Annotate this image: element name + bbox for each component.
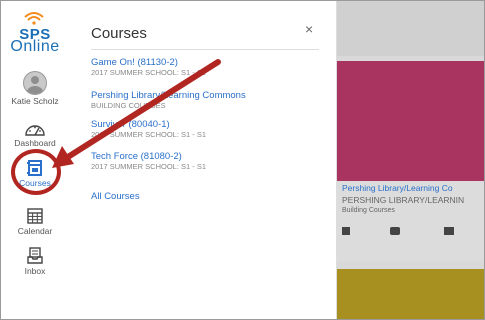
dashboard-header-area	[336, 1, 484, 56]
course-list-item[interactable]: Pershing Library/Learning Commons BUILDI…	[91, 90, 321, 111]
logo-line2: Online	[10, 38, 60, 55]
course-card-term: Building Courses	[342, 207, 395, 214]
course-list-item[interactable]: Survivor (80040-1) 2017 SUMMER SCHOOL: S…	[91, 119, 321, 140]
nav-dashboard-label: Dashboard	[14, 138, 56, 148]
highlight-circle	[11, 149, 61, 195]
global-navigation: SPS Online Katie Scholz Dashboard Course…	[1, 1, 69, 319]
nav-calendar-label: Calendar	[17, 226, 53, 236]
nav-dashboard[interactable]: Dashboard	[1, 121, 69, 148]
course-list-item[interactable]: Tech Force (81080-2) 2017 SUMMER SCHOOL:…	[91, 151, 321, 172]
course-card-info[interactable]: Pershing Library/Learning Co PERSHING LI…	[336, 181, 484, 261]
nav-calendar[interactable]: Calendar	[1, 207, 69, 236]
avatar	[23, 71, 47, 95]
course-card-subtitle: PERSHING LIBRARY/LEARNIN	[342, 195, 465, 205]
course-card-image-2[interactable]	[336, 269, 484, 319]
course-link[interactable]: Tech Force (81080-2)	[91, 151, 321, 162]
calendar-icon	[27, 208, 43, 224]
wifi-icon	[24, 12, 44, 25]
app-window: Pershing Library/Learning Co PERSHING LI…	[0, 0, 485, 320]
announcements-icon[interactable]	[342, 227, 350, 235]
close-icon[interactable]: ×	[305, 21, 313, 37]
course-term: 2017 SUMMER SCHOOL: S1 - S1	[91, 130, 207, 139]
nav-account[interactable]: Katie Scholz	[1, 71, 69, 106]
tray-title: Courses	[91, 25, 147, 42]
course-link[interactable]: Survivor (80040-1)	[91, 119, 321, 130]
course-term: 2017 SUMMER SCHOOL: S1 - S1	[91, 68, 207, 77]
course-card-image[interactable]	[336, 61, 484, 181]
all-courses-link[interactable]: All Courses	[91, 191, 140, 202]
course-term: BUILDING COURSES	[91, 101, 166, 110]
course-link[interactable]: Pershing Library/Learning Commons	[91, 90, 321, 101]
files-icon[interactable]	[444, 227, 454, 235]
course-term: 2017 SUMMER SCHOOL: S1 - S1	[91, 162, 207, 171]
course-card-icons	[342, 227, 482, 237]
nav-inbox[interactable]: Inbox	[1, 247, 69, 276]
dashboard-background: Pershing Library/Learning Co PERSHING LI…	[336, 1, 484, 319]
inbox-icon	[27, 247, 43, 264]
course-list-item[interactable]: Game On! (81130-2) 2017 SUMMER SCHOOL: S…	[91, 57, 321, 78]
tray-divider	[91, 49, 319, 50]
sps-online-logo[interactable]: SPS Online	[1, 11, 69, 55]
nav-account-label: Katie Scholz	[11, 96, 59, 106]
courses-tray: Courses × Game On! (81130-2) 2017 SUMMER…	[69, 1, 337, 319]
dashboard-icon	[25, 125, 45, 136]
course-card-title[interactable]: Pershing Library/Learning Co	[342, 183, 453, 193]
discussions-icon[interactable]	[390, 227, 400, 235]
course-link[interactable]: Game On! (81130-2)	[91, 57, 321, 68]
nav-inbox-label: Inbox	[24, 266, 46, 276]
